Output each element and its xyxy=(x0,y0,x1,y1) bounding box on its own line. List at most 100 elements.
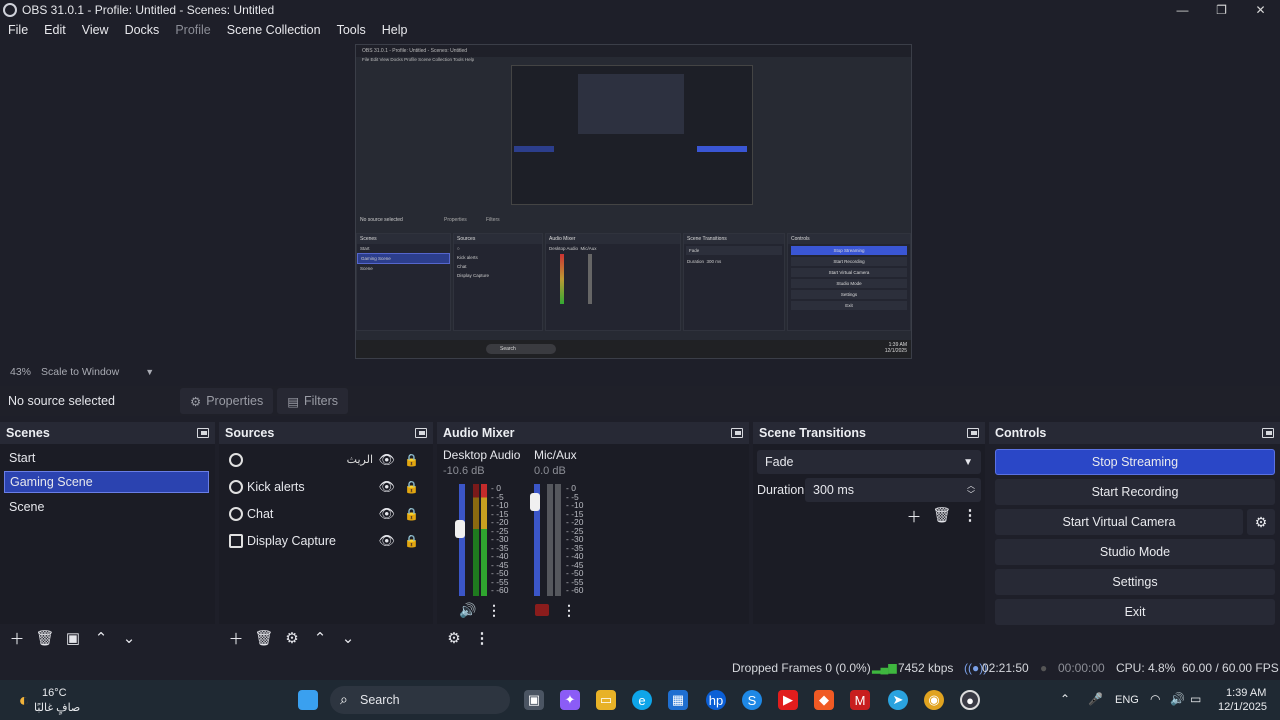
windows-start-icon[interactable] xyxy=(298,690,318,710)
edge-icon[interactable]: e xyxy=(632,690,652,710)
move-down-icon[interactable]: ⌄ xyxy=(118,629,140,647)
copilot-icon[interactable]: ✦ xyxy=(560,690,580,710)
telegram-icon[interactable]: ➤ xyxy=(888,690,908,710)
settings-button[interactable]: Settings xyxy=(995,569,1275,595)
nested-scenes-dock: Scenes Start Gaming Scene Scene xyxy=(356,233,451,331)
move-up-icon[interactable]: ⌃ xyxy=(90,629,112,647)
muted-mic-icon[interactable] xyxy=(535,604,549,616)
weather-icon[interactable]: ◐ xyxy=(14,690,34,710)
volume-icon[interactable]: 🔊 xyxy=(1170,692,1185,706)
lock-icon[interactable]: 🔒 xyxy=(404,534,419,548)
lock-icon[interactable]: 🔒 xyxy=(404,480,419,494)
preview-canvas[interactable]: OBS 31.0.1 - Profile: Untitled - Scenes:… xyxy=(355,44,912,359)
desktop-volume-slider-handle[interactable] xyxy=(455,519,465,538)
menu-edit[interactable]: Edit xyxy=(36,23,74,37)
controls-dock: Controls Stop Streaming Start Recording … xyxy=(989,422,1280,652)
scale-dropdown-icon[interactable]: ▼ xyxy=(119,367,154,377)
source-item-display-capture[interactable]: Display Capture 👁 🔒 xyxy=(219,527,433,554)
taskbar-search[interactable]: ⌕ Search xyxy=(330,686,510,714)
youtube-icon[interactable]: ▶ xyxy=(778,690,798,710)
start-virtual-camera-button[interactable]: Start Virtual Camera xyxy=(995,509,1243,535)
tray-overflow-icon[interactable]: ⌃ xyxy=(1060,692,1070,706)
menu-help[interactable]: Help xyxy=(374,23,416,37)
scene-item-gaming-scene[interactable]: Gaming Scene xyxy=(4,471,209,493)
nested-stop-highlight xyxy=(697,146,747,152)
menu-tools[interactable]: Tools xyxy=(329,23,374,37)
studio-mode-button[interactable]: Studio Mode xyxy=(995,539,1275,565)
clock-time[interactable]: 1:39 AM xyxy=(1226,687,1266,699)
scene-item-start[interactable]: Start xyxy=(0,446,215,471)
source-extra: الريث xyxy=(346,454,373,466)
battery-icon[interactable]: ▭ xyxy=(1190,692,1201,706)
mic-volume-slider-handle[interactable] xyxy=(530,493,540,512)
properties-button[interactable]: ⚙ Properties xyxy=(180,388,274,414)
obs-taskbar-icon[interactable]: ● xyxy=(960,690,980,710)
source-item-kick-alerts[interactable]: Kick alerts 👁 🔒 xyxy=(219,473,433,500)
menu-docks[interactable]: Docks xyxy=(117,23,168,37)
gear-icon[interactable]: ⚙ xyxy=(281,629,303,647)
task-view-icon[interactable]: ▣ xyxy=(524,690,544,710)
desktop-volume-slider-track[interactable] xyxy=(459,484,465,596)
scene-filters-icon[interactable]: ▣ xyxy=(62,629,84,647)
stop-streaming-button[interactable]: Stop Streaming xyxy=(995,449,1275,475)
scale-mode-select[interactable]: Scale to Window xyxy=(31,366,119,378)
hp-icon[interactable]: hp xyxy=(706,690,726,710)
kebab-menu-icon[interactable]: ⋮ xyxy=(562,602,576,619)
chrome-icon[interactable]: ◉ xyxy=(924,690,944,710)
minimize-button[interactable]: — xyxy=(1163,0,1202,20)
brave-icon[interactable]: ◆ xyxy=(814,690,834,710)
language-indicator[interactable]: ENG xyxy=(1115,694,1139,706)
filters-button[interactable]: ▤ Filters xyxy=(277,388,349,414)
duration-spinbox[interactable]: 300 ms ︿ ﹀ xyxy=(805,478,981,502)
gear-icon: ⚙ xyxy=(190,394,202,409)
speaker-icon[interactable]: 🔊 xyxy=(459,602,476,619)
maximize-button[interactable]: ❐ xyxy=(1202,0,1241,20)
scene-item-scene[interactable]: Scene xyxy=(0,495,215,520)
menu-profile[interactable]: Profile xyxy=(167,23,218,37)
eye-icon[interactable]: 👁 xyxy=(378,452,395,468)
virtual-camera-gear-icon[interactable]: ⚙ xyxy=(1247,509,1275,535)
microphone-icon[interactable]: 🎤 xyxy=(1088,692,1103,706)
eye-icon[interactable]: 👁 xyxy=(378,533,395,549)
add-transition-icon[interactable]: ＋ xyxy=(903,506,925,527)
undock-icon[interactable] xyxy=(731,428,743,438)
mcafee-icon[interactable]: M xyxy=(850,690,870,710)
spin-arrows-icon[interactable]: ︿ ﹀ xyxy=(967,481,975,499)
trash-icon[interactable]: 🗑 xyxy=(253,629,275,647)
lock-icon[interactable]: 🔒 xyxy=(404,507,419,521)
undock-icon[interactable] xyxy=(1262,428,1274,438)
eye-icon[interactable]: 👁 xyxy=(378,506,395,522)
nested-control: Studio Mode xyxy=(791,279,907,288)
add-source-icon[interactable]: ＋ xyxy=(225,628,247,649)
store-icon[interactable]: ▦ xyxy=(668,690,688,710)
skype-icon[interactable]: S xyxy=(742,690,762,710)
kebab-menu-icon[interactable]: ⋮ xyxy=(471,629,493,647)
transitions-body: Fade ▼ Duration 300 ms ︿ ﹀ ＋ 🗑 ⋮ xyxy=(753,444,985,624)
menu-view[interactable]: View xyxy=(74,23,117,37)
menu-file[interactable]: File xyxy=(0,23,36,37)
undock-icon[interactable] xyxy=(967,428,979,438)
transition-select[interactable]: Fade ▼ xyxy=(757,450,981,474)
source-item[interactable]: الريث 👁 🔒 xyxy=(219,446,433,473)
undock-icon[interactable] xyxy=(415,428,427,438)
add-scene-icon[interactable]: ＋ xyxy=(6,628,28,649)
close-button[interactable]: ✕ xyxy=(1241,0,1280,20)
exit-button[interactable]: Exit xyxy=(995,599,1275,625)
trash-icon[interactable]: 🗑 xyxy=(931,506,953,527)
source-item-chat[interactable]: Chat 👁 🔒 xyxy=(219,500,433,527)
lock-icon[interactable]: 🔒 xyxy=(404,453,419,467)
kebab-menu-icon[interactable]: ⋮ xyxy=(959,506,981,527)
nested-docks: Scenes Start Gaming Scene Scene Sources … xyxy=(356,233,911,333)
undock-icon[interactable] xyxy=(197,428,209,438)
eye-icon[interactable]: 👁 xyxy=(378,479,395,495)
start-recording-button[interactable]: Start Recording xyxy=(995,479,1275,505)
trash-icon[interactable]: 🗑 xyxy=(34,629,56,647)
file-explorer-icon[interactable]: ▭ xyxy=(596,690,616,710)
menu-scene-collection[interactable]: Scene Collection xyxy=(219,23,329,37)
move-down-icon[interactable]: ⌄ xyxy=(337,629,359,647)
move-up-icon[interactable]: ⌃ xyxy=(309,629,331,647)
kebab-menu-icon[interactable]: ⋮ xyxy=(487,602,501,619)
clock-date[interactable]: 12/1/2025 xyxy=(1218,701,1267,713)
advanced-audio-gear-icon[interactable]: ⚙ xyxy=(443,629,465,647)
wifi-icon[interactable]: ◠ xyxy=(1150,692,1160,706)
